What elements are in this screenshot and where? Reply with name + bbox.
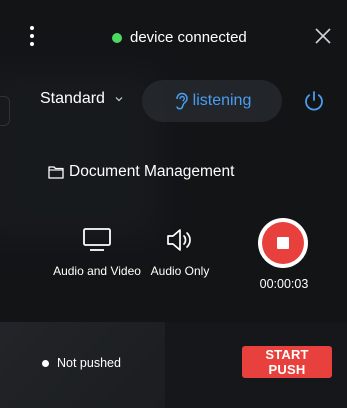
audio-only-label: Audio Only [150, 264, 210, 278]
record-inner [262, 222, 304, 264]
listening-label: listening [192, 92, 252, 109]
document-management-link[interactable]: Document Management [48, 163, 234, 181]
audio-video-button[interactable]: Audio and Video [52, 222, 142, 278]
push-status-text: Not pushed [57, 356, 121, 370]
push-status-dot [42, 359, 49, 367]
record-stop-button[interactable] [258, 218, 308, 268]
ear-icon [175, 92, 188, 110]
listening-button[interactable]: listening [142, 80, 282, 122]
audio-only-button[interactable]: Audio Only [148, 222, 212, 278]
connection-status-text: device connected [130, 29, 247, 46]
status-dot [112, 32, 122, 43]
push-status: Not pushed [42, 356, 121, 370]
speaker-icon [167, 229, 191, 251]
more-vertical-icon[interactable] [27, 26, 37, 46]
stop-icon [277, 237, 289, 249]
folder-icon [48, 166, 64, 179]
quality-dropdown[interactable]: Standard [40, 90, 123, 108]
power-icon[interactable] [303, 90, 325, 112]
close-icon[interactable] [313, 26, 333, 46]
folder-label: Document Management [69, 163, 235, 180]
quality-label: Standard [40, 90, 105, 107]
monitor-icon [83, 228, 111, 251]
connection-status: device connected [112, 29, 247, 46]
start-push-button[interactable]: START PUSH [242, 346, 332, 378]
record-timer: 00:00:03 [259, 277, 309, 291]
chevron-down-icon [115, 97, 123, 102]
audio-video-label: Audio and Video [53, 264, 141, 278]
